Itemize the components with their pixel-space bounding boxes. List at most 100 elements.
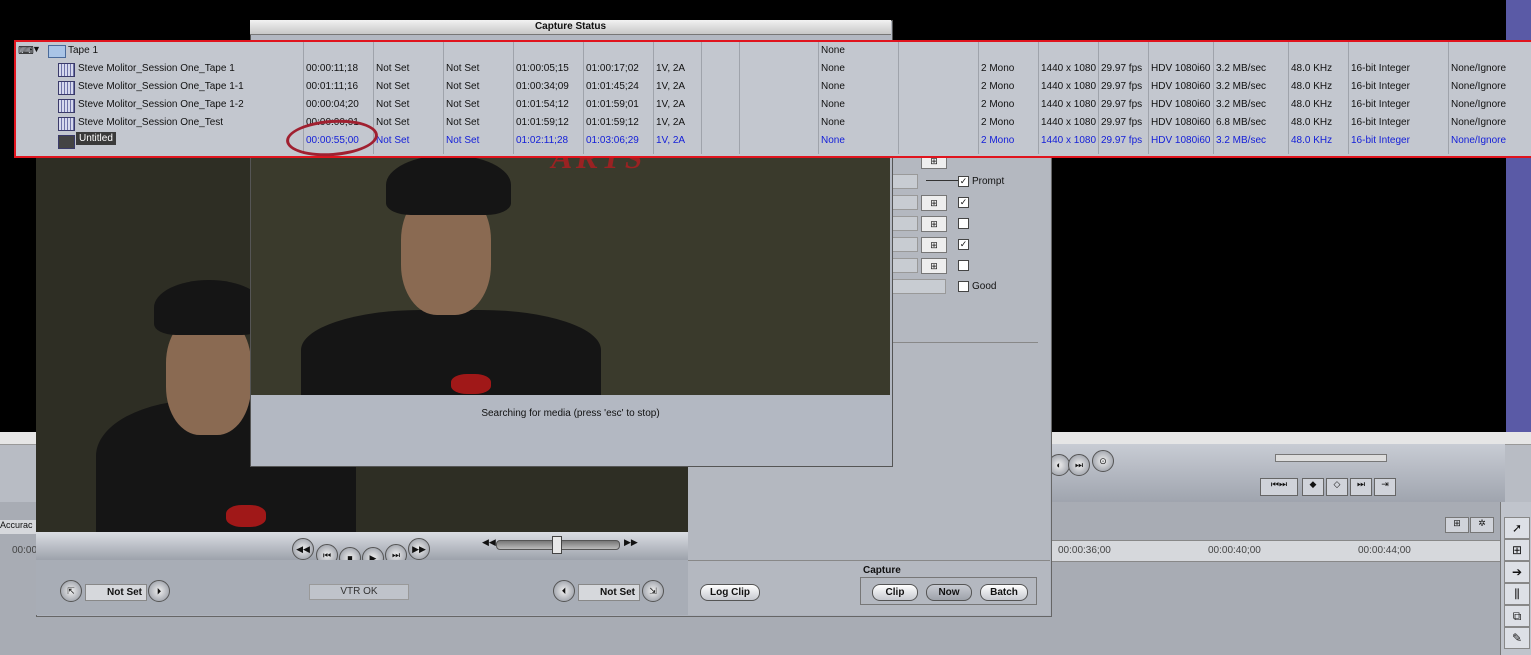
checkbox[interactable]: ✓ bbox=[958, 239, 969, 250]
timeline-ruler[interactable] bbox=[1050, 540, 1500, 562]
bin-column-value: None bbox=[821, 45, 845, 56]
audio: 2 Mono bbox=[981, 81, 1015, 92]
column-none: None bbox=[821, 135, 845, 146]
data-rate: 6.8 MB/sec bbox=[1216, 117, 1267, 128]
in-point-field[interactable]: Not Set bbox=[85, 584, 147, 601]
table-row[interactable]: Steve Molitor_Session One_Tape 1 00:00:1… bbox=[16, 60, 1528, 78]
fast-forward-icon[interactable]: ▶▶ bbox=[408, 538, 430, 560]
linking-icon[interactable]: ✲ bbox=[1470, 517, 1494, 533]
tracks: 1V, 2A bbox=[656, 99, 686, 110]
slate-button-icon[interactable]: ⊞ bbox=[921, 237, 947, 253]
table-row[interactable]: Steve Molitor_Session One_Test 00:00:00;… bbox=[16, 114, 1528, 132]
selection-tool-icon[interactable]: ➚ bbox=[1504, 517, 1530, 539]
audio: 2 Mono bbox=[981, 63, 1015, 74]
clip-icon bbox=[58, 117, 75, 131]
column-none: None bbox=[821, 99, 845, 110]
canvas-transport-controls: ◐ ⏭ ⊙ ⏮⏭ ◆ ◇ ⏭ ⇥ bbox=[1048, 444, 1505, 504]
media-end: 01:01:45;24 bbox=[586, 81, 639, 92]
slate-button-icon[interactable]: ⊞ bbox=[921, 195, 947, 211]
duration: 00:01:11;16 bbox=[306, 81, 359, 92]
compressor: HDV 1080i60 bbox=[1151, 63, 1211, 74]
good-checkbox[interactable] bbox=[958, 281, 969, 292]
frame-rate: 29.97 fps bbox=[1101, 81, 1143, 92]
frame-rate: 29.97 fps bbox=[1101, 63, 1143, 74]
frame-size: 1440 x 1080 bbox=[1041, 99, 1097, 110]
slip-tool-icon[interactable]: ⧉ bbox=[1504, 605, 1530, 627]
match-frame-icon[interactable]: ⏭ bbox=[1350, 478, 1372, 496]
slate-button-icon[interactable]: ⊞ bbox=[921, 216, 947, 232]
prompt-arrow bbox=[926, 180, 958, 181]
mark-clip-icon[interactable]: ⇥ bbox=[1374, 478, 1396, 496]
snapping-icon[interactable]: ⊞ bbox=[1445, 517, 1469, 533]
frame-size: 1440 x 1080 bbox=[1041, 117, 1097, 128]
capture-clip-button[interactable]: Clip bbox=[872, 584, 918, 601]
compressor: HDV 1080i60 bbox=[1151, 135, 1211, 146]
track-select-tool-icon[interactable]: ➔ bbox=[1504, 561, 1530, 583]
mark-out-icon[interactable]: ⏴ bbox=[553, 580, 575, 602]
audio-format: 16-bit Integer bbox=[1351, 63, 1410, 74]
add-keyframe-icon[interactable]: ◇ bbox=[1326, 478, 1348, 496]
column-none: None bbox=[821, 63, 845, 74]
alpha: None/Ignore bbox=[1451, 117, 1507, 128]
table-row-selected[interactable]: Untitled 00:00:55;00 Not Set Not Set 01:… bbox=[16, 132, 1528, 150]
duration: 00:00:11;18 bbox=[306, 63, 359, 74]
clip-name: Steve Molitor_Session One_Test bbox=[78, 117, 224, 128]
mark-in-out-icon[interactable]: ⏮⏭ bbox=[1260, 478, 1298, 496]
checkbox[interactable] bbox=[958, 218, 969, 229]
razor-tool-icon[interactable]: ✎ bbox=[1504, 627, 1530, 649]
audio-format: 16-bit Integer bbox=[1351, 117, 1410, 128]
timeline-tab[interactable]: Accurac bbox=[0, 520, 36, 534]
tracks: 1V, 2A bbox=[656, 135, 686, 146]
alpha: None/Ignore bbox=[1451, 99, 1507, 110]
table-row[interactable]: Steve Molitor_Session One_Tape 1-1 00:01… bbox=[16, 78, 1528, 96]
edit-selection-tool-icon[interactable]: ⊞ bbox=[1504, 539, 1530, 561]
compressor: HDV 1080i60 bbox=[1151, 117, 1211, 128]
audio: 2 Mono bbox=[981, 99, 1015, 110]
capture-status-video: ARTS bbox=[251, 150, 890, 395]
mark-in-icon[interactable]: ⏵ bbox=[148, 580, 170, 602]
clip-icon bbox=[58, 63, 75, 77]
next-edit-icon[interactable]: ⏭ bbox=[1068, 454, 1090, 476]
tracks: 1V, 2A bbox=[656, 117, 686, 128]
add-marker-icon[interactable]: ◆ bbox=[1302, 478, 1324, 496]
clip-name: Steve Molitor_Session One_Tape 1-2 bbox=[78, 99, 244, 110]
capture-transport-bar: ◀◀ ⏮ ■ ▶ ⏭ ▶▶ ◀◀ ▶▶ bbox=[36, 532, 688, 569]
folder-icon bbox=[48, 45, 66, 58]
out-point: Not Set bbox=[446, 117, 480, 128]
capture-batch-button[interactable]: Batch bbox=[980, 584, 1028, 601]
divider bbox=[688, 560, 1050, 561]
data-rate: 3.2 MB/sec bbox=[1216, 99, 1267, 110]
shuttle-knob[interactable] bbox=[552, 536, 562, 554]
in-point: Not Set bbox=[376, 99, 410, 110]
checkbox[interactable]: ✓ bbox=[958, 197, 969, 208]
slate-button-icon[interactable]: ⊞ bbox=[921, 258, 947, 274]
media-start: 01:01:59;12 bbox=[516, 117, 569, 128]
go-to-in-icon[interactable]: ⇱ bbox=[60, 580, 82, 602]
audio: 2 Mono bbox=[981, 117, 1015, 128]
clip-name[interactable]: Untitled bbox=[76, 132, 116, 145]
roll-tool-icon[interactable]: ⫼ bbox=[1504, 583, 1530, 605]
jog-slider[interactable] bbox=[1275, 454, 1387, 462]
disclosure-triangle-icon[interactable]: ▼ bbox=[32, 44, 41, 54]
tracks: 1V, 2A bbox=[656, 63, 686, 74]
mark-icon[interactable]: ⊙ bbox=[1092, 450, 1114, 472]
alpha: None/Ignore bbox=[1451, 135, 1507, 146]
table-row[interactable]: Steve Molitor_Session One_Tape 1-2 00:00… bbox=[16, 96, 1528, 114]
go-to-out-icon[interactable]: ⇲ bbox=[642, 580, 664, 602]
clip-icon bbox=[58, 135, 75, 149]
bin-row[interactable]: ⌨ ▼ Tape 1 None bbox=[16, 42, 1528, 60]
capture-status-message: Searching for media (press 'esc' to stop… bbox=[481, 408, 660, 419]
rewind-icon[interactable]: ◀◀ bbox=[292, 538, 314, 560]
media-start: 01:02:11;28 bbox=[516, 135, 569, 146]
capture-now-button[interactable]: Now bbox=[926, 584, 972, 601]
out-point-field[interactable]: Not Set bbox=[578, 584, 640, 601]
media-end: 01:01:59;12 bbox=[586, 117, 639, 128]
clip-name-wrapper: Untitled bbox=[76, 132, 116, 145]
log-clip-button[interactable]: Log Clip bbox=[700, 584, 760, 601]
data-rate: 3.2 MB/sec bbox=[1216, 63, 1267, 74]
clip-name: Steve Molitor_Session One_Tape 1-1 bbox=[78, 81, 244, 92]
media-start: 01:00:05;15 bbox=[516, 63, 569, 74]
prompt-checkbox[interactable]: ✓ bbox=[958, 176, 969, 187]
checkbox[interactable] bbox=[958, 260, 969, 271]
audio-rate: 48.0 KHz bbox=[1291, 117, 1333, 128]
